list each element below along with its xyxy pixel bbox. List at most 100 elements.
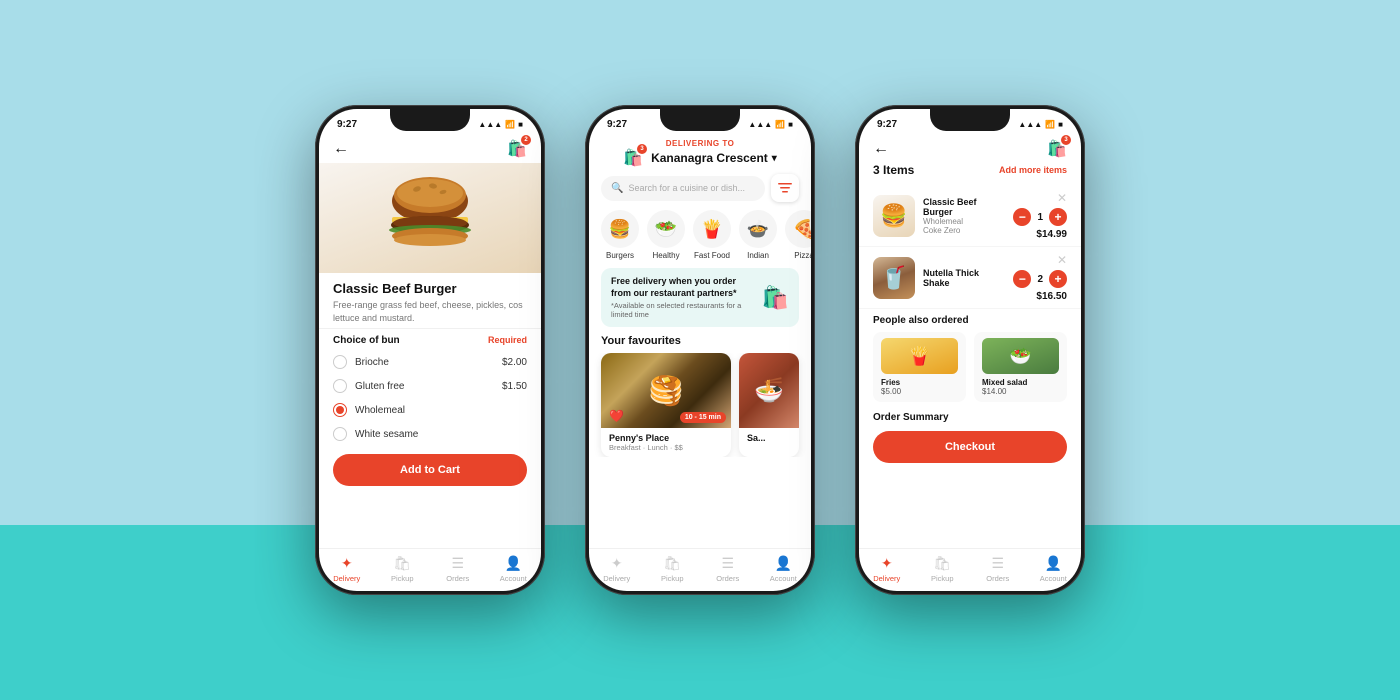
category-healthy[interactable]: 🥗 Healthy (647, 210, 685, 260)
screen-2: DELIVERING TO 🛍️ 3 Kananagra Crescent ▾ … (589, 135, 811, 591)
bottom-nav-2: ✦ Delivery 🛍 Pickup ☰ Orders 👤 Account (589, 548, 811, 591)
category-indian[interactable]: 🍲 Indian (739, 210, 777, 260)
cart-icon-3[interactable]: 🛍️ 3 (1047, 139, 1067, 159)
nav-delivery-label-1: Delivery (333, 574, 360, 583)
cart-item-info-shake: Nutella Thick Shake (923, 268, 1005, 288)
product-description: Free-range grass fed beef, cheese, pickl… (333, 299, 527, 324)
nav-orders-1[interactable]: ☰ Orders (430, 555, 486, 583)
radio-wholemeal[interactable] (333, 403, 347, 417)
cart-item-sub2-burger: Coke Zero (923, 226, 1005, 235)
nav-orders-label-1: Orders (446, 574, 469, 583)
time-3: 9:27 (877, 119, 897, 130)
nav-account-3[interactable]: 👤 Account (1026, 555, 1082, 583)
nav-pickup-1[interactable]: 🛍 Pickup (375, 555, 431, 583)
radio-brioche[interactable] (333, 355, 347, 369)
time-badge-pennys: 10 - 15 min (680, 412, 726, 423)
cart-item-controls-shake: ✕ − 2 + $16.50 (1013, 253, 1067, 302)
product-header: ← 🛍️ 2 (319, 135, 541, 163)
nav-delivery-label-2: Delivery (603, 574, 630, 583)
decrease-shake[interactable]: − (1013, 270, 1031, 288)
category-pizza[interactable]: 🍕 Pizza (785, 210, 811, 260)
header-cart-2[interactable]: 🛍️ 3 (623, 148, 643, 168)
promo-emoji: 🛍️ (762, 285, 789, 311)
nav-orders-2[interactable]: ☰ Orders (700, 555, 756, 583)
favourites-title: Your favourites (589, 335, 811, 353)
option-brioche[interactable]: Brioche $2.00 (319, 350, 541, 374)
account-icon-3: 👤 (1045, 555, 1062, 572)
nav-pickup-3[interactable]: 🛍 Pickup (915, 555, 971, 583)
fries-price: $5.00 (881, 387, 958, 396)
time-2: 9:27 (607, 119, 627, 130)
fastfood-icon: 🍟 (693, 210, 731, 248)
back-button-1[interactable]: ← (333, 140, 349, 158)
search-icon: 🔍 (611, 183, 623, 194)
heart-icon-pennys[interactable]: ❤️ (609, 409, 624, 423)
status-icons-1: ▲▲▲ 📶 ■ (478, 120, 523, 129)
add-to-cart-button[interactable]: Add to Cart (333, 454, 527, 486)
option-white-sesame[interactable]: White sesame (319, 422, 541, 446)
suggested-fries[interactable]: 🍟 Fries $5.00 (873, 332, 966, 402)
healthy-icon: 🥗 (647, 210, 685, 248)
orders-icon-1: ☰ (451, 555, 464, 572)
cart-item-shake: 🥤 Nutella Thick Shake ✕ − 2 + $16.50 (859, 247, 1081, 309)
option-gluten-free[interactable]: Gluten free $1.50 (319, 374, 541, 398)
nav-delivery-2[interactable]: ✦ Delivery (589, 555, 645, 583)
restaurant-card-2[interactable]: 🍜 Sa... (739, 353, 799, 457)
nav-pickup-label-3: Pickup (931, 574, 954, 583)
indian-label: Indian (747, 251, 769, 260)
suggested-items: 🍟 Fries $5.00 🥗 Mixed salad $14.00 (873, 332, 1067, 402)
nav-delivery-3[interactable]: ✦ Delivery (859, 555, 915, 583)
items-header: 3 Items Add more items (859, 163, 1081, 185)
remove-burger[interactable]: ✕ (1057, 191, 1067, 205)
restaurant-img-pennys: 🥞 10 - 15 min ❤️ (601, 353, 731, 428)
increase-burger[interactable]: + (1049, 208, 1067, 226)
cart-item-info-burger: Classic Beef Burger Wholemeal Coke Zero (923, 197, 1005, 235)
radio-whitesesame[interactable] (333, 427, 347, 441)
people-also-section: People also ordered 🍟 Fries $5.00 🥗 Mixe… (859, 309, 1081, 406)
notch-3 (930, 109, 1010, 131)
cart-item-sub1-burger: Wholemeal (923, 217, 1005, 226)
cart-item-img-burger: 🍔 (873, 195, 915, 237)
salad-img: 🥗 (982, 338, 1059, 374)
radio-glutenfree[interactable] (333, 379, 347, 393)
pickup-icon-2: 🛍 (663, 555, 681, 572)
cart-badge-1: 2 (521, 135, 531, 145)
checkout-button[interactable]: Checkout (873, 431, 1067, 463)
signal-icon-1: ▲▲▲ (478, 120, 502, 129)
account-icon-2: 👤 (775, 555, 792, 572)
people-also-title: People also ordered (873, 315, 1067, 326)
nav-account-1[interactable]: 👤 Account (486, 555, 542, 583)
search-bar[interactable]: 🔍 Search for a cuisine or dish... (601, 176, 765, 201)
remove-shake[interactable]: ✕ (1057, 253, 1067, 267)
items-count: 3 Items (873, 163, 914, 177)
product-image (319, 163, 541, 273)
category-burgers[interactable]: 🍔 Burgers (601, 210, 639, 260)
battery-icon-3: ■ (1058, 120, 1063, 129)
nav-delivery-label-3: Delivery (873, 574, 900, 583)
category-fastfood[interactable]: 🍟 Fast Food (693, 210, 731, 260)
delivery-icon-2: ✦ (611, 555, 623, 572)
search-placeholder: Search for a cuisine or dish... (628, 183, 745, 193)
decrease-burger[interactable]: − (1013, 208, 1031, 226)
time-1: 9:27 (337, 119, 357, 130)
promo-subtitle: *Available on selected restaurants for a… (611, 301, 754, 319)
option-label-glutenfree: Gluten free (355, 381, 404, 392)
nav-delivery-1[interactable]: ✦ Delivery (319, 555, 375, 583)
categories-row: 🍔 Burgers 🥗 Healthy 🍟 Fast Food 🍲 Indian… (589, 210, 811, 268)
restaurant-card-pennys[interactable]: 🥞 10 - 15 min ❤️ Penny's Place Breakfast… (601, 353, 731, 457)
nav-account-2[interactable]: 👤 Account (756, 555, 812, 583)
filter-button[interactable] (771, 174, 799, 202)
add-more-items[interactable]: Add more items (999, 165, 1067, 175)
bottom-nav-1: ✦ Delivery 🛍 Pickup ☰ Orders 👤 Account (319, 548, 541, 591)
restaurant-img-2: 🍜 (739, 353, 799, 428)
option-price-brioche: $2.00 (502, 357, 527, 368)
location-chevron[interactable]: ▾ (772, 153, 777, 164)
increase-shake[interactable]: + (1049, 270, 1067, 288)
nav-orders-3[interactable]: ☰ Orders (970, 555, 1026, 583)
back-button-3[interactable]: ← (873, 140, 889, 158)
nav-pickup-2[interactable]: 🛍 Pickup (645, 555, 701, 583)
cart-button-1[interactable]: 🛍️ 2 (507, 139, 527, 159)
radio-dot-wholemeal (336, 406, 344, 414)
suggested-salad[interactable]: 🥗 Mixed salad $14.00 (974, 332, 1067, 402)
option-wholemeal[interactable]: Wholemeal (319, 398, 541, 422)
